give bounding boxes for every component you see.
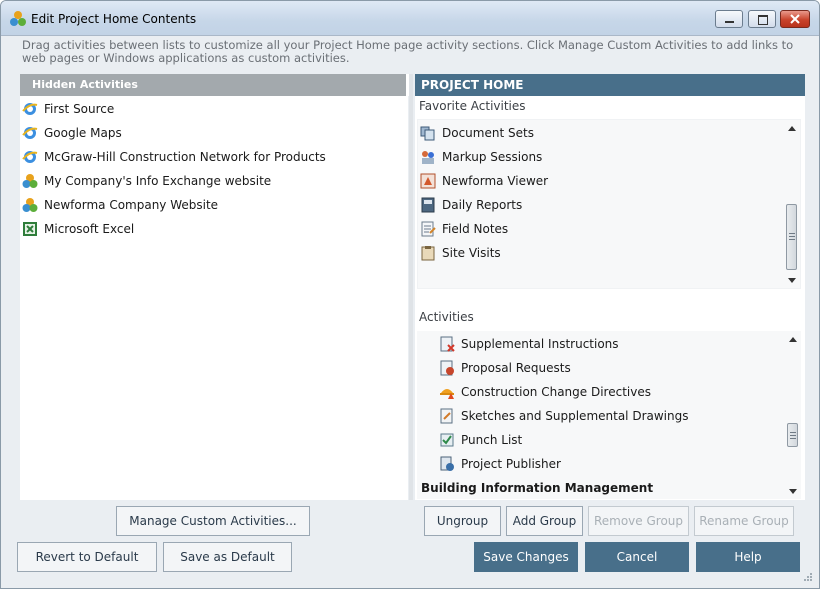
rename-group-button[interactable]: Rename Group	[694, 506, 794, 536]
newforma-icon	[22, 174, 38, 188]
field-notes-icon	[421, 221, 436, 237]
add-group-button[interactable]: Add Group	[506, 506, 583, 536]
favorites-scrollbar[interactable]	[785, 120, 799, 288]
viewer-icon	[420, 173, 436, 189]
list-item-label: Newforma Company Website	[44, 198, 219, 212]
list-item-label: Microsoft Excel	[44, 222, 135, 236]
revert-to-default-button[interactable]: Revert to Default	[17, 542, 157, 572]
save-changes-button[interactable]: Save Changes	[474, 542, 578, 572]
site-visits-icon	[421, 246, 435, 261]
edit-project-home-dialog: Edit Project Home Contents Drag activiti…	[0, 0, 820, 589]
list-item-label: Supplemental Instructions	[461, 337, 619, 351]
list-item-label: Construction Change Directives	[461, 385, 651, 399]
minimize-button[interactable]	[715, 10, 743, 28]
maximize-button[interactable]	[748, 10, 776, 28]
activities-list: Supplemental Instructions Proposal Reque…	[417, 331, 801, 499]
group-title: Building Information Management	[421, 481, 654, 495]
activities-scrollbar[interactable]	[786, 331, 800, 499]
scroll-thumb[interactable]	[787, 423, 798, 447]
proposal-requests-icon	[440, 360, 454, 376]
scroll-up-icon[interactable]	[789, 337, 797, 342]
title-bar[interactable]: Edit Project Home Contents	[1, 1, 819, 36]
list-item-label: Markup Sessions	[442, 150, 543, 164]
newforma-app-icon	[10, 11, 26, 26]
sketches-icon	[440, 408, 453, 424]
project-publisher-icon	[440, 456, 454, 471]
hidden-activities-list: First Source Google Maps McGraw-Hill Con…	[20, 96, 408, 500]
list-item-label: Newforma Viewer	[442, 174, 549, 188]
hidden-activities-header: Hidden Activities	[20, 74, 406, 96]
list-item-label: Punch List	[461, 433, 523, 447]
daily-reports-icon	[421, 197, 435, 213]
project-home-header: PROJECT HOME	[415, 74, 805, 96]
list-item-label: Daily Reports	[442, 198, 523, 212]
ungroup-button[interactable]: Ungroup	[424, 506, 501, 536]
list-item-label: Document Sets	[442, 126, 534, 140]
excel-icon	[23, 222, 37, 236]
favorite-activities-label: Favorite Activities	[419, 99, 526, 113]
maximize-icon	[758, 15, 768, 25]
list-item-label: Project Publisher	[461, 457, 561, 471]
markup-sessions-icon	[422, 151, 434, 164]
save-as-default-button[interactable]: Save as Default	[163, 542, 292, 572]
favorite-activities-list: Document Sets Markup Sessions Newforma V…	[417, 119, 801, 289]
cancel-button[interactable]: Cancel	[585, 542, 689, 572]
minimize-icon	[725, 21, 734, 23]
help-button[interactable]: Help	[696, 542, 800, 572]
newforma-icon	[22, 198, 38, 212]
ie-icon	[22, 127, 38, 139]
resize-grip-icon[interactable]	[803, 572, 813, 582]
ie-icon	[22, 103, 38, 115]
scroll-up-icon[interactable]	[788, 126, 796, 131]
list-item-label: Proposal Requests	[461, 361, 571, 375]
instructions-text: Drag activities between lists to customi…	[22, 38, 794, 65]
activities-label: Activities	[419, 310, 474, 324]
document-sets-icon	[420, 126, 435, 141]
remove-group-button[interactable]: Remove Group	[588, 506, 689, 536]
list-item-label: First Source	[44, 102, 115, 116]
panel-splitter[interactable]	[409, 74, 413, 500]
list-item-label: Sketches and Supplemental Drawings	[461, 409, 689, 423]
window-title: Edit Project Home Contents	[31, 12, 197, 26]
list-item-label: McGraw-Hill Construction Network for Pro…	[44, 150, 326, 164]
list-item-label: My Company's Info Exchange website	[44, 174, 272, 188]
scroll-down-icon[interactable]	[788, 278, 796, 283]
list-item-label: Field Notes	[442, 222, 509, 236]
close-icon	[790, 14, 800, 24]
group-header[interactable]: Building Information Management	[421, 476, 653, 500]
list-item-label: Site Visits	[442, 246, 501, 260]
supplemental-instructions-icon	[440, 336, 455, 352]
scroll-down-icon[interactable]	[789, 489, 797, 494]
manage-custom-activities-button[interactable]: Manage Custom Activities...	[116, 506, 310, 536]
scroll-thumb[interactable]	[786, 204, 797, 270]
close-button[interactable]	[780, 10, 810, 28]
ie-icon	[22, 151, 38, 163]
punch-list-icon	[440, 433, 454, 447]
construction-icon	[440, 389, 454, 399]
list-item-label: Google Maps	[44, 126, 122, 140]
